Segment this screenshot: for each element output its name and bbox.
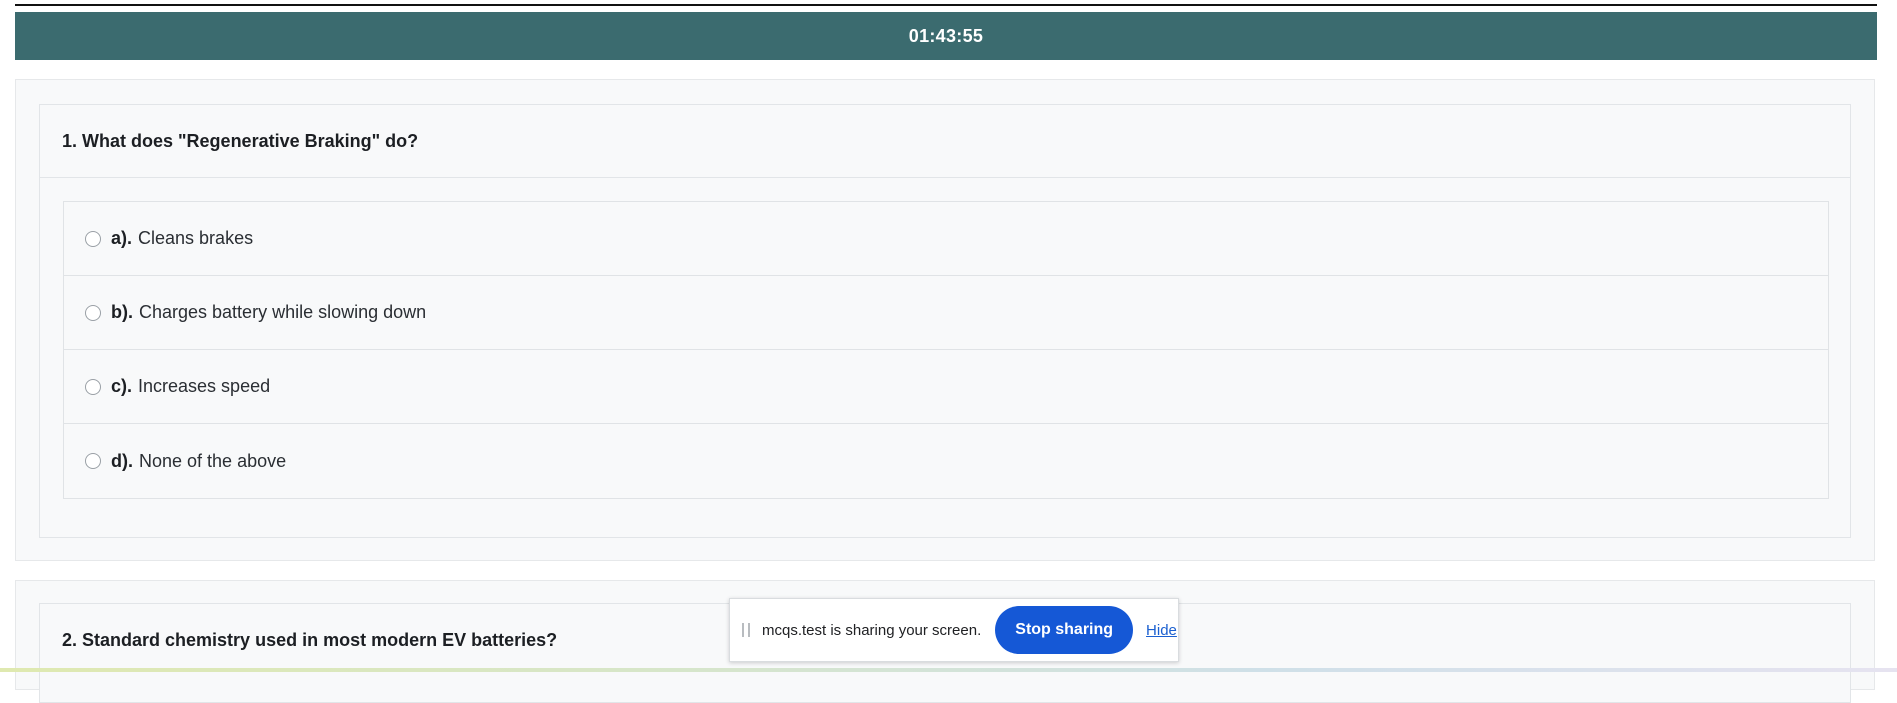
- top-divider: [15, 4, 1877, 6]
- option-text-c: Increases speed: [138, 376, 271, 396]
- option-text-d: None of the above: [139, 450, 287, 471]
- question-container-1: 1. What does "Regenerative Braking" do? …: [15, 79, 1875, 561]
- stop-sharing-button[interactable]: Stop sharing: [995, 606, 1134, 654]
- timer-bar: 01:43:55: [15, 12, 1877, 60]
- option-c[interactable]: c). Increases speed: [64, 350, 1828, 424]
- radio-button-d[interactable]: [85, 453, 101, 469]
- radio-button-b[interactable]: [85, 304, 101, 321]
- screen-share-notification: mcqs.test is sharing your screen. Stop s…: [729, 598, 1179, 662]
- radio-button-a[interactable]: [85, 230, 101, 247]
- option-letter-c: c).: [111, 376, 133, 396]
- option-text-a: Cleans brakes: [138, 228, 254, 248]
- options-list-1: a). Cleans brakes b). Charges battery wh…: [63, 201, 1829, 499]
- radio-button-c[interactable]: [85, 378, 101, 395]
- hide-link[interactable]: Hide: [1146, 622, 1177, 639]
- question-card-1: 1. What does "Regenerative Braking" do? …: [39, 104, 1851, 538]
- option-text-b: Charges battery while slowing down: [139, 302, 427, 322]
- question-title-1: 1. What does "Regenerative Braking" do?: [40, 105, 1850, 178]
- option-letter-d: d).: [111, 450, 133, 471]
- option-letter-a: a).: [111, 228, 133, 248]
- option-a[interactable]: a). Cleans brakes: [64, 202, 1828, 276]
- countdown-timer: 01:43:55: [908, 25, 984, 46]
- option-letter-b: b).: [111, 302, 133, 322]
- option-d[interactable]: d). None of the above: [64, 424, 1828, 498]
- drag-handle-icon[interactable]: [742, 623, 750, 637]
- bottom-edge-gradient: [0, 668, 1897, 672]
- screen-share-message: mcqs.test is sharing your screen.: [762, 621, 982, 639]
- option-b[interactable]: b). Charges battery while slowing down: [64, 276, 1828, 350]
